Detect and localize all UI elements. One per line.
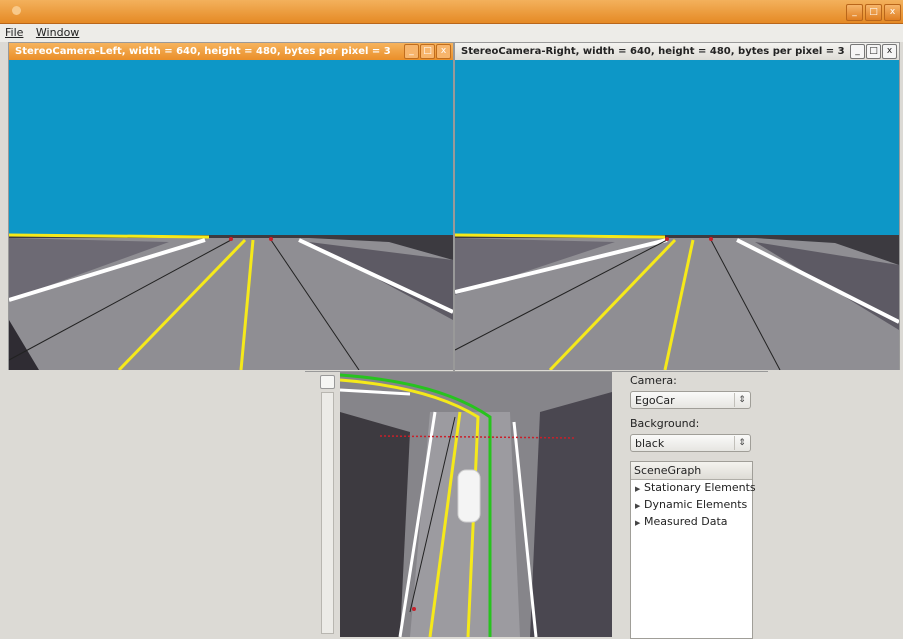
sky	[9, 60, 453, 235]
triangle-right-icon[interactable]: ▶	[635, 482, 644, 497]
camera-right-maximize-button[interactable]: □	[866, 44, 881, 59]
scenegraph-header[interactable]: SceneGraph	[631, 462, 752, 480]
menubar: File Window	[0, 24, 903, 42]
minimize-button[interactable]: _	[846, 4, 863, 21]
marker-point	[412, 607, 416, 611]
menu-file-label: File	[5, 26, 24, 39]
lane-yellow-horizon	[455, 233, 666, 239]
background-label: Background:	[630, 417, 700, 430]
camera-left-minimize-button[interactable]: _	[404, 44, 419, 59]
empty-area	[768, 370, 903, 637]
window-controls: _ □ x	[846, 4, 901, 21]
marker-point	[269, 237, 273, 241]
background-select[interactable]: black ⇕	[630, 434, 751, 452]
window-titlebar[interactable]: _ □ x	[0, 0, 903, 24]
empty-area	[0, 370, 305, 637]
marker-point	[229, 237, 233, 241]
scene-top-view[interactable]	[340, 372, 612, 637]
tree-item-label: Measured Data	[644, 515, 728, 528]
menu-file[interactable]: File	[0, 24, 27, 39]
camera-left-view[interactable]	[9, 60, 453, 370]
marker-point	[709, 237, 713, 241]
tree-item-stationary-elements[interactable]: ▶ Stationary Elements	[631, 480, 756, 497]
tree-item-label: Stationary Elements	[644, 481, 756, 494]
maximize-button[interactable]: □	[865, 4, 882, 21]
close-button[interactable]: x	[884, 4, 901, 21]
camera-right-title[interactable]: StereoCamera-Right, width = 640, height …	[455, 43, 899, 60]
camera-left-title[interactable]: StereoCamera-Left, width = 640, height =…	[9, 43, 453, 60]
triangle-right-icon[interactable]: ▶	[635, 499, 644, 514]
camera-right-minimize-button[interactable]: _	[850, 44, 865, 59]
background-select-value: black	[635, 437, 665, 450]
triangle-right-icon[interactable]: ▶	[635, 516, 644, 531]
tree-item-measured-data[interactable]: ▶ Measured Data	[631, 514, 752, 531]
menu-window[interactable]: Window	[31, 24, 83, 39]
scenegraph-tree[interactable]: SceneGraph ▶ Stationary Elements ▶ Dynamic…	[630, 461, 756, 639]
stereo-camera-right-window[interactable]: StereoCamera-Right, width = 640, height …	[454, 42, 900, 372]
marker-point	[665, 237, 669, 241]
control-panel: Camera: EgoCar ⇕ Background: black ⇕ Sce…	[625, 370, 767, 639]
up-down-arrows-icon: ⇕	[734, 436, 749, 450]
camera-right-close-button[interactable]: x	[882, 44, 897, 59]
zoom-slider[interactable]	[321, 392, 334, 634]
sky	[455, 60, 899, 235]
terrain-dark-left	[340, 412, 410, 637]
view-toolbar	[318, 372, 338, 637]
view-toggle-button[interactable]	[320, 375, 335, 389]
tree-item-label: Dynamic Elements	[644, 498, 748, 511]
up-down-arrows-icon: ⇕	[734, 393, 749, 407]
window-menu-icon[interactable]	[12, 6, 21, 15]
camera-select[interactable]: EgoCar ⇕	[630, 391, 751, 409]
camera-right-view[interactable]	[455, 60, 899, 370]
terrain-dark-right	[530, 392, 612, 637]
camera-left-maximize-button[interactable]: □	[420, 44, 435, 59]
camera-left-controls: _ □ x	[404, 44, 451, 59]
lane-yellow-horizon	[9, 233, 210, 239]
camera-select-value: EgoCar	[635, 394, 675, 407]
tree-item-dynamic-elements[interactable]: ▶ Dynamic Elements	[631, 497, 752, 514]
camera-right-controls: _ □ x	[850, 44, 897, 59]
camera-left-close-button[interactable]: x	[436, 44, 451, 59]
menu-window-label: Window	[35, 26, 80, 39]
stereo-camera-left-window[interactable]: StereoCamera-Left, width = 640, height =…	[8, 42, 454, 372]
ego-car	[457, 469, 481, 523]
camera-label: Camera:	[630, 374, 677, 387]
